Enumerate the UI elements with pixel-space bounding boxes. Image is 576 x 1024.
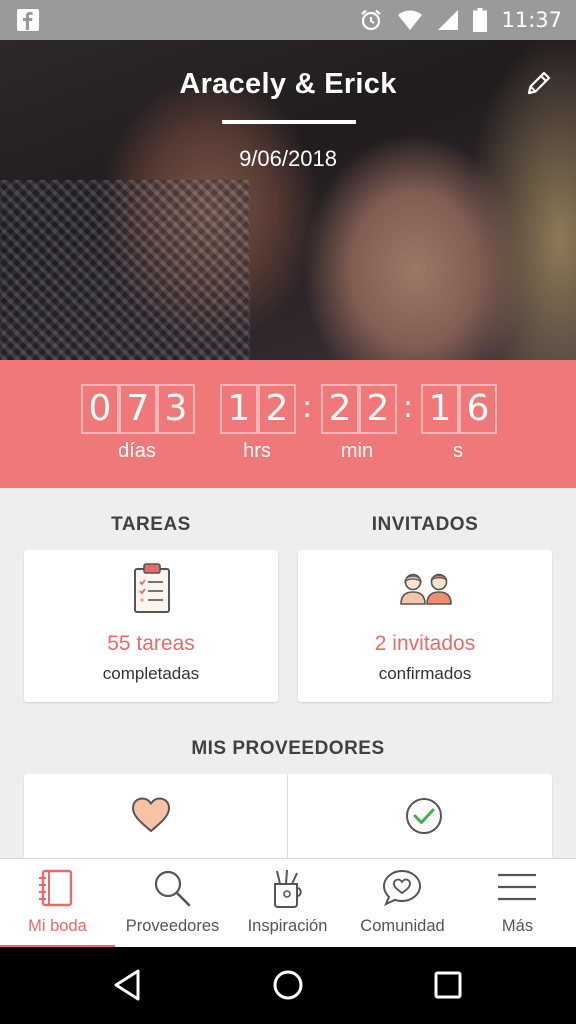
title-underline	[222, 120, 356, 124]
search-icon	[154, 870, 191, 907]
hours-label: hrs	[243, 440, 271, 462]
check-circle-icon	[406, 798, 442, 834]
couple-photo-header[interactable]: Aracely & Erick 9/06/2018	[0, 40, 576, 360]
pencil-cup-icon	[274, 869, 302, 908]
days-label: días	[118, 440, 156, 462]
notebook-icon	[39, 869, 73, 907]
nav-label: Comunidad	[360, 917, 445, 935]
menu-icon	[498, 873, 536, 901]
time-separator: :	[403, 390, 414, 425]
signal-icon	[438, 10, 459, 30]
seconds-digit: 1	[421, 384, 459, 434]
hours-digit: 2	[258, 384, 296, 434]
nav-item-mi-boda[interactable]: Mi boda	[0, 859, 115, 948]
recents-icon[interactable]	[428, 965, 468, 1005]
pencil-icon[interactable]	[524, 68, 554, 98]
nav-item-proveedores[interactable]: Proveedores	[115, 859, 230, 948]
clock-time: 11:37	[501, 8, 562, 32]
nav-item-comunidad[interactable]: Comunidad	[345, 859, 460, 948]
guests-subtitle: confirmados	[378, 664, 472, 683]
minutes-digit: 2	[321, 384, 359, 434]
wifi-icon	[398, 10, 423, 30]
tasks-title: TAREAS	[111, 514, 191, 535]
alarm-icon	[361, 9, 382, 31]
nav-label: Más	[501, 917, 534, 935]
clipboard-checklist-icon	[134, 563, 170, 613]
couple-names: Aracely & Erick	[179, 68, 397, 100]
tasks-count: 55 tareas	[107, 632, 195, 655]
nav-label: Mi boda	[28, 917, 87, 935]
guests-couple-icon	[400, 573, 452, 605]
time-separator: :	[302, 390, 313, 425]
days-digit: 0	[81, 384, 119, 434]
seconds-digit: 6	[459, 384, 497, 434]
chat-heart-icon	[382, 869, 422, 907]
nav-item-inspiracion[interactable]: Inspiración	[230, 859, 345, 948]
system-navigation-bar	[0, 947, 576, 1024]
nav-item-mas[interactable]: Más	[460, 859, 575, 948]
battery-icon	[473, 8, 488, 32]
status-bar: 11:37	[0, 0, 576, 40]
minutes-label: min	[340, 440, 374, 462]
facebook-icon	[17, 9, 39, 31]
days-digit: 3	[157, 384, 195, 434]
heart-icon	[131, 797, 171, 833]
back-icon[interactable]	[108, 965, 148, 1005]
nav-label: Proveedores	[125, 917, 220, 935]
wedding-date: 9/06/2018	[239, 146, 337, 171]
countdown-timer: 0 7 3 1 2 : 2 2 : 1 6 días hrs min s	[0, 360, 576, 488]
bottom-navigation: Mi boda Proveedores Inspiración Comunida…	[0, 858, 576, 948]
hours-digit: 1	[220, 384, 258, 434]
vendors-title: MIS PROVEEDORES	[191, 738, 385, 759]
nav-label: Inspiración	[247, 917, 328, 935]
seconds-label: s	[453, 440, 463, 462]
guests-count: 2 invitados	[374, 632, 476, 655]
tasks-subtitle: completadas	[102, 664, 200, 683]
days-digit: 7	[119, 384, 157, 434]
home-icon[interactable]	[268, 965, 308, 1005]
guests-card[interactable]: 2 invitados confirmados	[298, 550, 552, 702]
minutes-digit: 2	[359, 384, 397, 434]
tasks-card[interactable]: 55 tareas completadas	[24, 550, 278, 702]
guests-title: INVITADOS	[371, 514, 479, 535]
